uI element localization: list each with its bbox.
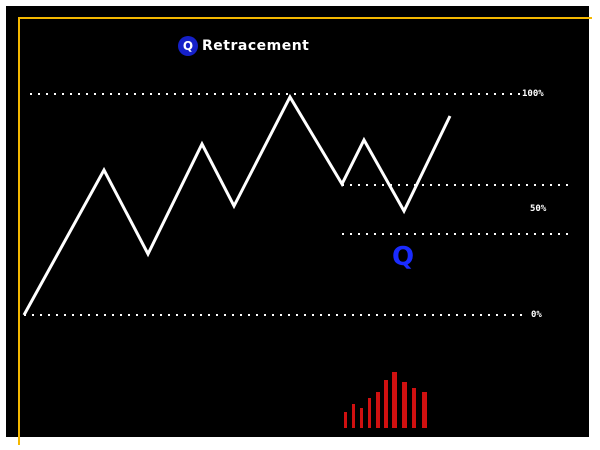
volume-bar bbox=[412, 388, 416, 428]
level-label-50: 50% bbox=[530, 204, 547, 214]
q-marker: Q bbox=[392, 242, 415, 272]
volume-bar bbox=[402, 382, 407, 428]
volume-bar bbox=[392, 372, 397, 428]
volume-bar bbox=[422, 392, 427, 428]
volume-bar bbox=[368, 398, 371, 428]
volume-bar bbox=[352, 404, 355, 428]
volume-bar bbox=[384, 380, 388, 428]
diagram-canvas: Q Retracement 100% 50% 0% Q bbox=[0, 0, 600, 450]
diagram-svg bbox=[22, 93, 570, 428]
volume-bar bbox=[376, 392, 380, 428]
level-label-0: 0% bbox=[531, 310, 542, 320]
volume-bar bbox=[344, 412, 347, 428]
price-path bbox=[22, 93, 452, 316]
level-label-100: 100% bbox=[522, 89, 544, 99]
volume-bar bbox=[360, 408, 363, 428]
volume-bars bbox=[344, 372, 427, 428]
